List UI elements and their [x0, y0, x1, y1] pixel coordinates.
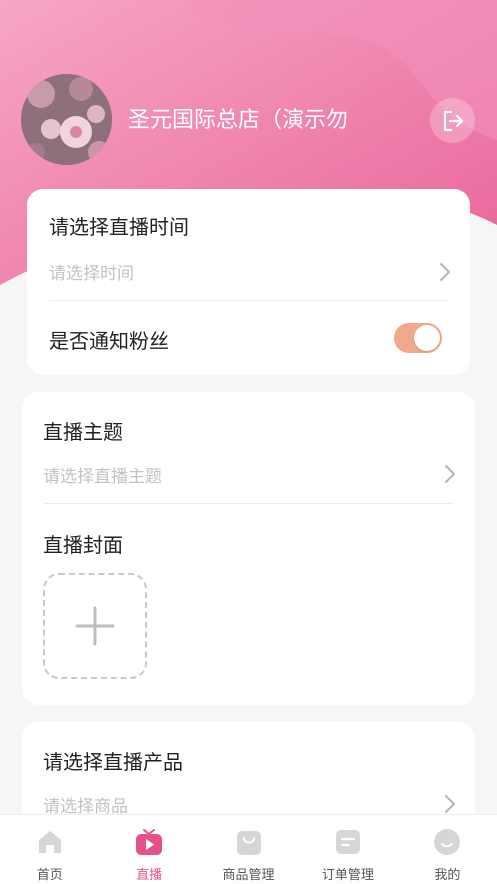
toggle-knob [414, 325, 440, 351]
time-placeholder: 请选择时间 [49, 264, 134, 284]
divider [49, 300, 448, 301]
logout-button[interactable] [430, 98, 475, 143]
notify-fans-toggle[interactable] [394, 323, 442, 353]
logout-icon [443, 110, 463, 131]
tab-label: 首页 [36, 868, 63, 883]
live-play-icon [136, 829, 163, 855]
tab-home[interactable]: 首页 [0, 815, 99, 884]
tab-orders[interactable]: 订单管理 [298, 815, 397, 884]
tab-mine[interactable]: 我的 [398, 815, 497, 884]
time-picker-row[interactable]: 请选择时间 [27, 249, 470, 297]
cover-upload-button[interactable] [43, 573, 147, 679]
tab-label: 直播 [136, 868, 163, 883]
chevron-right-icon [445, 795, 455, 813]
profile-smile-icon [434, 829, 461, 855]
tab-products[interactable]: 商品管理 [199, 815, 298, 884]
shopping-bag-icon [236, 831, 261, 855]
tab-label: 我的 [434, 868, 461, 883]
time-label: 请选择直播时间 [49, 215, 189, 239]
schedule-card: 请选择直播时间 请选择时间 是否通知粉丝 [27, 189, 470, 375]
chevron-right-icon [440, 263, 450, 281]
chevron-right-icon [445, 465, 455, 483]
cover-label: 直播封面 [43, 533, 123, 557]
store-avatar[interactable] [21, 74, 112, 165]
notify-fans-label: 是否通知粉丝 [49, 329, 169, 353]
plus-icon [75, 606, 115, 646]
order-document-icon [335, 830, 360, 854]
home-icon [38, 831, 61, 853]
product-label: 请选择直播产品 [43, 750, 183, 774]
tab-label: 订单管理 [321, 868, 374, 883]
topic-picker-row[interactable]: 请选择直播主题 [22, 454, 475, 500]
topic-placeholder: 请选择直播主题 [43, 467, 162, 487]
store-name: 圣元国际总店（演示勿 [128, 108, 349, 133]
topic-label: 直播主题 [43, 420, 123, 444]
tab-live[interactable]: 直播 [99, 815, 198, 884]
cherry-blossom-image [21, 74, 112, 165]
divider [43, 503, 454, 504]
live-details-card: 直播主题 请选择直播主题 直播封面 [22, 392, 475, 705]
tab-label: 商品管理 [222, 868, 275, 883]
bottom-tab-bar: 首页 直播 商品管理 订单管理 我的 [0, 814, 497, 884]
